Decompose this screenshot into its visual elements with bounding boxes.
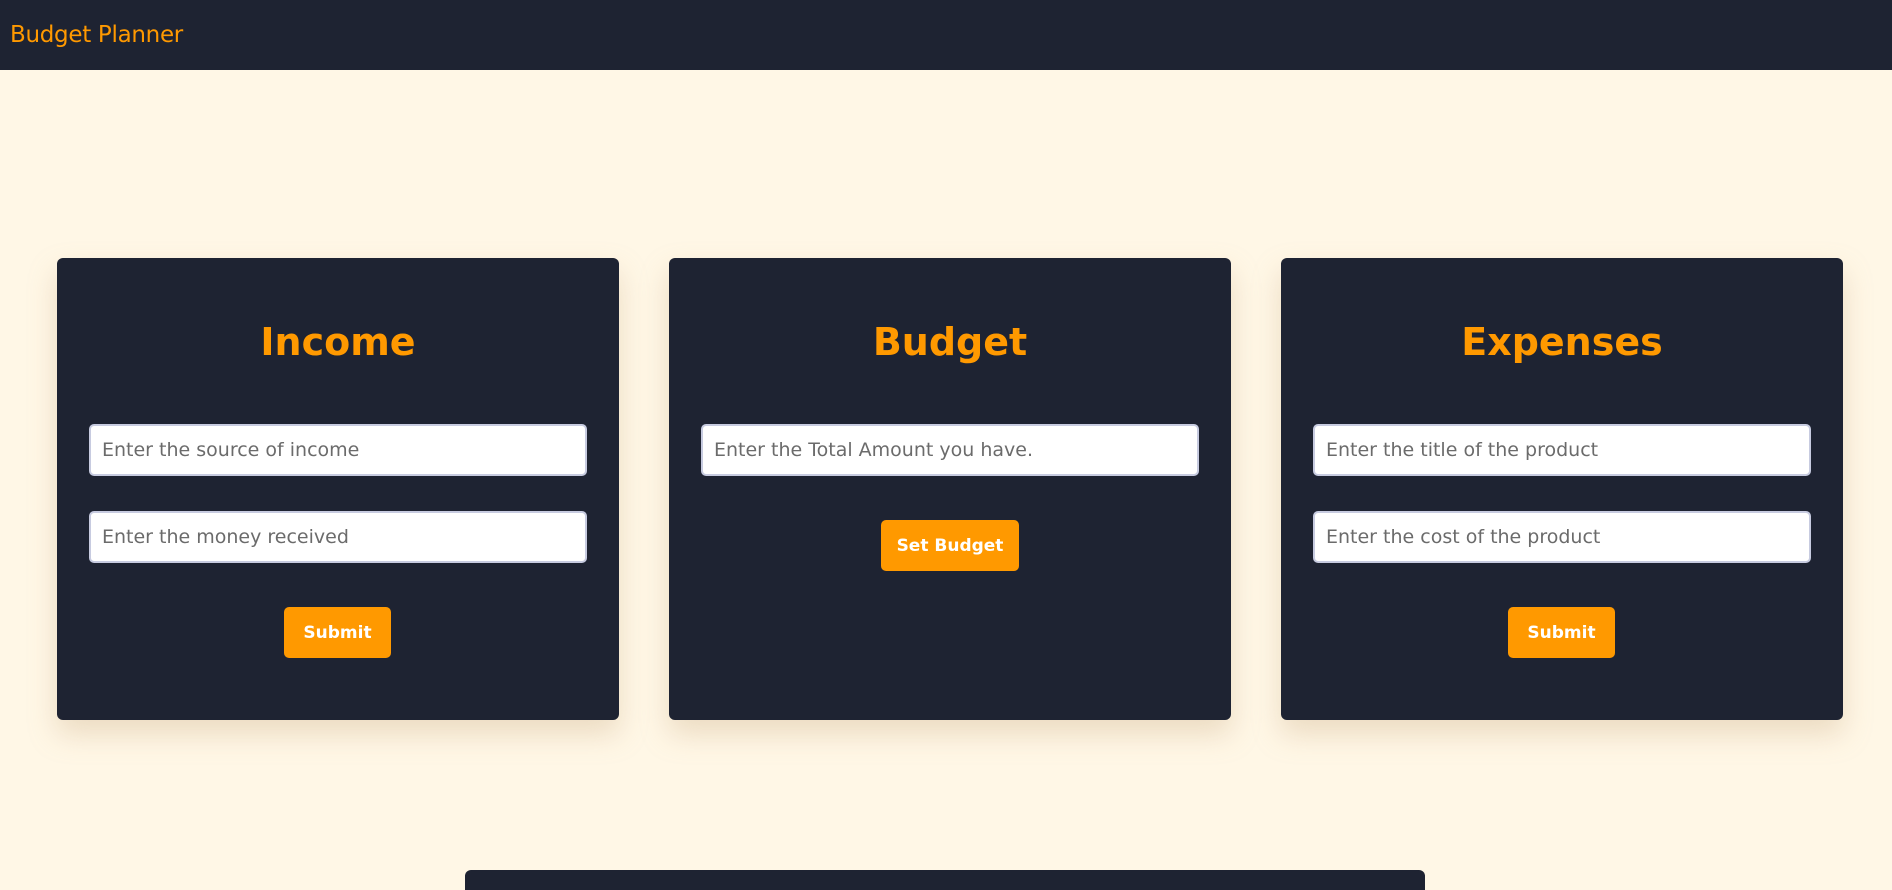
- income-submit-button[interactable]: Submit: [284, 607, 391, 658]
- expenses-submit-button[interactable]: Submit: [1508, 607, 1615, 658]
- income-money-input[interactable]: [89, 511, 587, 563]
- budget-title: Budget: [872, 320, 1028, 364]
- expense-cost-input[interactable]: [1313, 511, 1811, 563]
- expenses-card: Expenses Submit: [1281, 258, 1843, 720]
- navbar: Budget Planner: [0, 0, 1892, 70]
- expenses-title: Expenses: [1461, 320, 1663, 364]
- income-source-input[interactable]: [89, 424, 587, 476]
- summary-panel: [465, 870, 1425, 890]
- budget-amount-input[interactable]: [701, 424, 1199, 476]
- brand-logo-text[interactable]: Budget Planner: [10, 22, 183, 48]
- income-title: Income: [260, 320, 416, 364]
- income-card: Income Submit: [57, 258, 619, 720]
- set-budget-button[interactable]: Set Budget: [881, 520, 1019, 571]
- expense-title-input[interactable]: [1313, 424, 1811, 476]
- budget-card: Budget Set Budget: [669, 258, 1231, 720]
